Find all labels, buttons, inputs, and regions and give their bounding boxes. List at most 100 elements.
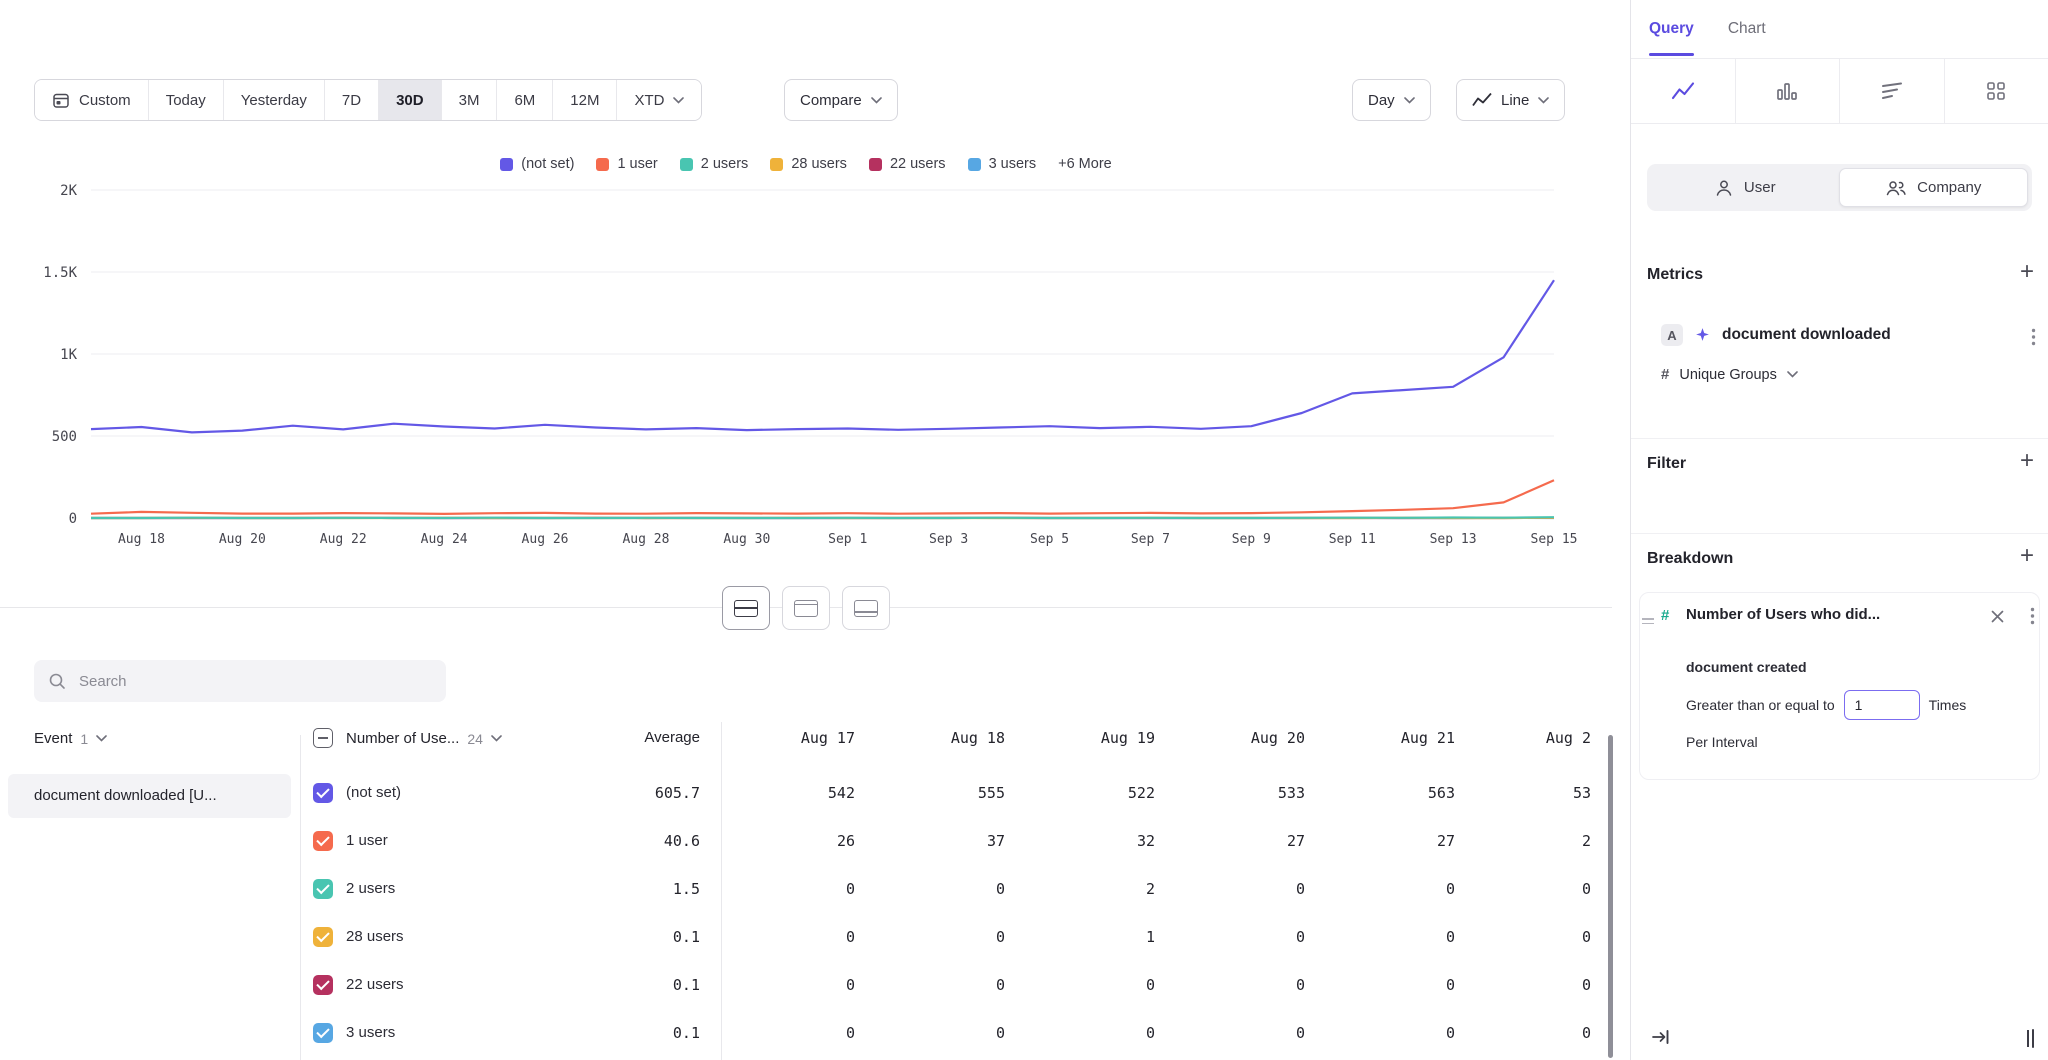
layout-split-button[interactable]: [722, 586, 770, 630]
30d-label: 30D: [396, 92, 424, 109]
table-vertical-scrollbar[interactable]: [1608, 735, 1613, 1058]
layout-chart-only-button[interactable]: [782, 586, 830, 630]
times-value-input[interactable]: [1844, 690, 1920, 720]
layout-table-only-button[interactable]: [842, 586, 890, 630]
custom-range-button[interactable]: Custom: [35, 80, 148, 120]
series-average: 0.1: [540, 1024, 700, 1042]
chart-type-selector: [1631, 58, 2048, 124]
svg-text:Aug 22: Aug 22: [320, 532, 367, 547]
legend-item[interactable]: 3 users: [968, 156, 1037, 172]
series-name: (not set): [346, 784, 401, 801]
legend-item[interactable]: 2 users: [680, 156, 749, 172]
add-filter-button[interactable]: +: [2020, 451, 2034, 471]
value-cell: 0: [1171, 1024, 1321, 1042]
layout-split-icon: [734, 600, 758, 617]
select-all-checkbox[interactable]: [313, 728, 333, 748]
chart-type-bar-button[interactable]: [1735, 59, 1840, 123]
chart-type-button[interactable]: Line: [1456, 79, 1565, 121]
metric-row[interactable]: A document downloaded: [1661, 324, 1891, 346]
value-cell: 0: [721, 1024, 871, 1042]
tab-chart[interactable]: Chart: [1728, 0, 1766, 58]
series-checkbox[interactable]: [313, 975, 333, 995]
compare-button[interactable]: Compare: [784, 79, 898, 121]
series-checkbox[interactable]: [313, 783, 333, 803]
range-6m-button[interactable]: 6M: [496, 80, 552, 120]
svg-text:Aug 20: Aug 20: [219, 532, 266, 547]
add-metric-button[interactable]: +: [2020, 262, 2034, 282]
value-cell: 0: [1321, 1024, 1471, 1042]
scope-user-label: User: [1744, 179, 1776, 196]
scope-company-option[interactable]: Company: [1839, 168, 2029, 207]
series-checkbox[interactable]: [313, 831, 333, 851]
metric-letter-badge: A: [1661, 324, 1683, 346]
granularity-button[interactable]: Day: [1352, 79, 1431, 121]
range-30d-button[interactable]: 30D: [378, 80, 441, 120]
value-cell: 0: [721, 976, 871, 994]
close-icon[interactable]: [1991, 610, 2004, 623]
svg-text:Sep 7: Sep 7: [1131, 532, 1170, 547]
table-row: 3 users 0.1 0 0 0 0 0 0: [0, 1009, 1612, 1057]
breakdown-event-name: document created: [1686, 659, 1807, 675]
range-12m-button[interactable]: 12M: [552, 80, 616, 120]
series-checkbox[interactable]: [313, 927, 333, 947]
series-average: 0.1: [540, 976, 700, 994]
line-chart-icon: [1472, 93, 1492, 107]
legend-swatch: [500, 158, 513, 171]
date-column-header: Aug 2: [1471, 729, 1605, 747]
table-row: 1 user 40.6 26 37 32 27 27 2: [0, 817, 1612, 865]
kebab-menu-icon[interactable]: [2030, 607, 2035, 625]
series-checkbox[interactable]: [313, 1023, 333, 1043]
today-label: Today: [166, 92, 206, 109]
legend-item[interactable]: (not set): [500, 156, 574, 172]
chevron-down-icon: [871, 97, 882, 104]
range-yesterday-button[interactable]: Yesterday: [223, 80, 324, 120]
event-spark-icon: [1694, 327, 1711, 344]
legend-swatch: [968, 158, 981, 171]
date-column-header: Aug 17: [721, 729, 871, 747]
aggregation-selector[interactable]: # Unique Groups: [1661, 366, 1798, 383]
collapse-panel-icon[interactable]: [1651, 1028, 1671, 1051]
tab-query[interactable]: Query: [1649, 0, 1694, 58]
series-checkbox[interactable]: [313, 879, 333, 899]
more-chart-types-button[interactable]: [1944, 59, 2048, 123]
range-today-button[interactable]: Today: [148, 80, 223, 120]
legend-item[interactable]: 1 user: [596, 156, 657, 172]
scope-user-option[interactable]: User: [1651, 168, 1839, 207]
legend-label: 1 user: [617, 156, 657, 172]
chart-type-label: Line: [1501, 92, 1529, 109]
per-interval-selector[interactable]: Per Interval: [1686, 734, 1758, 750]
legend-item[interactable]: 28 users: [770, 156, 847, 172]
svg-text:Aug 30: Aug 30: [723, 532, 770, 547]
legend-item[interactable]: 22 users: [869, 156, 946, 172]
condition-prefix-label: Greater than or equal to: [1686, 697, 1835, 713]
custom-label: Custom: [79, 92, 131, 109]
series-column-header[interactable]: Number of Use... 24: [346, 730, 502, 747]
series-average: 40.6: [540, 832, 700, 850]
range-xtd-button[interactable]: XTD: [616, 80, 701, 120]
funnel-chart-icon: [1880, 80, 1904, 102]
search-input[interactable]: [77, 672, 432, 691]
table-row: 28 users 0.1 0 0 1 0 0 0: [0, 913, 1612, 961]
check-icon: [316, 881, 329, 894]
drag-handle-icon[interactable]: [1642, 615, 1654, 627]
chart-type-funnel-button[interactable]: [1839, 59, 1944, 123]
12m-label: 12M: [570, 92, 599, 109]
event-column-header[interactable]: Event 1: [34, 730, 107, 747]
search-icon: [48, 672, 66, 690]
legend-more-button[interactable]: +6 More: [1058, 156, 1112, 172]
value-cell: 1: [1021, 928, 1171, 946]
kebab-menu-icon[interactable]: [2031, 328, 2036, 346]
range-7d-button[interactable]: 7D: [324, 80, 378, 120]
chart-type-line-button[interactable]: [1631, 59, 1735, 123]
panel-tabs: Query Chart: [1631, 0, 2048, 58]
svg-text:1K: 1K: [60, 347, 77, 363]
svg-text:1.5K: 1.5K: [43, 265, 77, 281]
add-breakdown-button[interactable]: +: [2020, 546, 2034, 566]
svg-text:Aug 24: Aug 24: [421, 532, 468, 547]
value-cell: 0: [1321, 976, 1471, 994]
chevron-down-icon: [491, 735, 502, 742]
chart-legend: (not set) 1 user 2 users 28 users 22 use…: [0, 156, 1612, 172]
value-cell: 53: [1471, 784, 1605, 802]
sidebar-toggle-icon[interactable]: [2032, 1030, 2034, 1048]
range-3m-button[interactable]: 3M: [441, 80, 497, 120]
